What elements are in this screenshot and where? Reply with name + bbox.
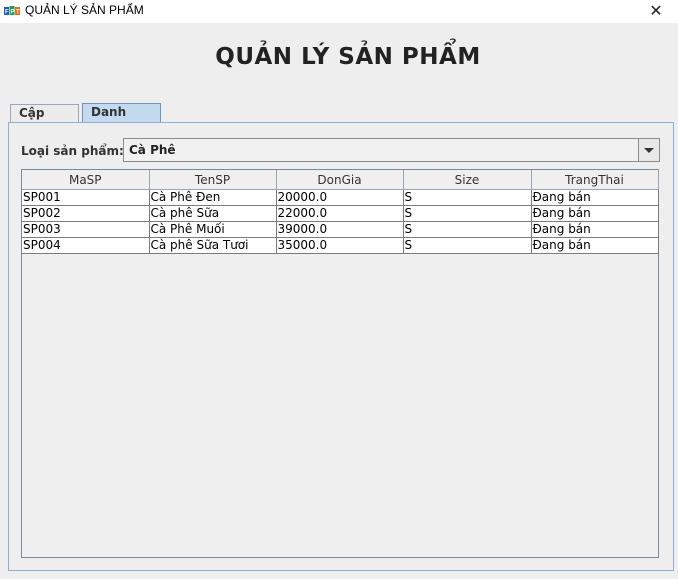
- svg-text:P: P: [11, 10, 15, 16]
- column-header-trangthai[interactable]: TrangThai: [531, 170, 659, 190]
- cell-tensp[interactable]: Cà Phê Muối: [149, 221, 277, 238]
- cell-tensp[interactable]: Cà Phê Đen: [149, 189, 277, 206]
- table-row[interactable]: SP002 Cà phê Sữa 22000.0 S Đang bán: [22, 205, 659, 222]
- table-row[interactable]: SP003 Cà Phê Muối 39000.0 S Đang bán: [22, 221, 659, 238]
- cell-dongia[interactable]: 22000.0: [276, 205, 404, 222]
- cell-trangthai[interactable]: Đang bán: [531, 221, 659, 238]
- close-button[interactable]: ✕: [634, 0, 678, 23]
- column-header-masp[interactable]: MaSP: [22, 170, 150, 190]
- cell-dongia[interactable]: 20000.0: [276, 189, 404, 206]
- tab-danh-sach[interactable]: Danh sách: [82, 103, 161, 136]
- window-title: QUẢN LÝ SẢN PHẨM: [25, 3, 144, 17]
- column-header-dongia[interactable]: DonGia: [276, 170, 404, 190]
- product-table-scrollpane[interactable]: MaSP TenSP DonGia Size TrangThai SP001 C…: [21, 169, 659, 558]
- page-heading: QUẢN LÝ SẢN PHẨM: [215, 44, 481, 70]
- table-row[interactable]: SP001 Cà Phê Đen 20000.0 S Đang bán: [22, 189, 659, 206]
- cell-tensp[interactable]: Cà phê Sữa: [149, 205, 277, 222]
- column-header-size[interactable]: Size: [403, 170, 532, 190]
- cell-tensp[interactable]: Cà phê Sữa Tươi: [149, 237, 277, 254]
- svg-text:F: F: [5, 10, 9, 16]
- cell-trangthai[interactable]: Đang bán: [531, 189, 659, 206]
- cell-size[interactable]: S: [403, 221, 532, 238]
- cell-masp[interactable]: SP001: [22, 189, 150, 206]
- cell-size[interactable]: S: [403, 205, 532, 222]
- fpt-logo-icon: F P T: [4, 5, 20, 17]
- table-row[interactable]: SP004 Cà phê Sữa Tươi 35000.0 S Đang bán: [22, 237, 659, 254]
- product-type-combobox[interactable]: Cà Phê: [123, 138, 660, 162]
- cell-dongia[interactable]: 35000.0: [276, 237, 404, 254]
- product-type-label: Loại sản phẩm:: [21, 144, 124, 158]
- product-table: MaSP TenSP DonGia Size TrangThai SP001 C…: [22, 170, 659, 254]
- cell-masp[interactable]: SP004: [22, 237, 150, 254]
- close-icon: ✕: [649, 1, 663, 20]
- cell-dongia[interactable]: 39000.0: [276, 221, 404, 238]
- product-type-value: Cà Phê: [129, 143, 176, 157]
- title-bar: F P T QUẢN LÝ SẢN PHẨM ✕: [0, 0, 678, 23]
- cell-masp[interactable]: SP003: [22, 221, 150, 238]
- cell-trangthai[interactable]: Đang bán: [531, 205, 659, 222]
- cell-size[interactable]: S: [403, 237, 532, 254]
- svg-text:T: T: [16, 10, 20, 16]
- table-header-row: MaSP TenSP DonGia Size TrangThai: [22, 170, 659, 190]
- tab-cap-nhat[interactable]: Cập nhật: [10, 104, 79, 137]
- cell-size[interactable]: S: [403, 189, 532, 206]
- dropdown-arrow-icon[interactable]: [638, 139, 659, 161]
- cell-trangthai[interactable]: Đang bán: [531, 237, 659, 254]
- cell-masp[interactable]: SP002: [22, 205, 150, 222]
- column-header-tensp[interactable]: TenSP: [149, 170, 277, 190]
